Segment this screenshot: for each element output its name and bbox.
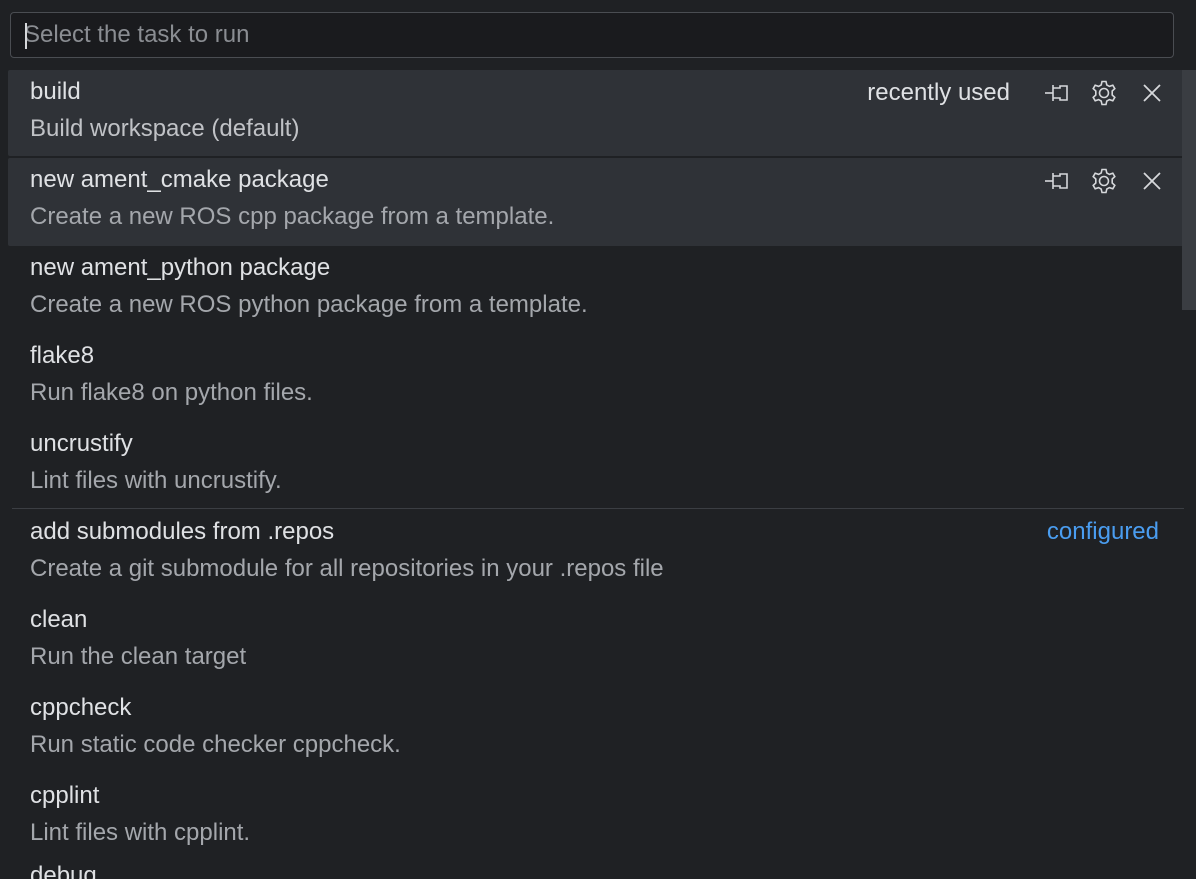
- task-item-cpplint[interactable]: cpplint Lint files with cpplint.: [0, 774, 1196, 862]
- pin-icon[interactable]: [1040, 165, 1072, 197]
- task-item-debug-label[interactable]: debug: [30, 862, 97, 879]
- task-description: Build workspace (default): [30, 115, 300, 142]
- recently-used-tag: recently used: [867, 79, 1010, 106]
- task-label: new ament_cmake package: [30, 166, 329, 193]
- task-search-box[interactable]: [10, 12, 1174, 58]
- task-item-new-ament-python-package[interactable]: new ament_python package Create a new RO…: [0, 246, 1196, 334]
- task-actions: [1040, 166, 1168, 196]
- pin-icon[interactable]: [1040, 77, 1072, 109]
- task-search-input[interactable]: [11, 13, 1173, 57]
- task-label: build: [30, 78, 81, 105]
- task-label: add submodules from .repos: [30, 518, 335, 545]
- task-description: Run static code checker cppcheck.: [30, 731, 401, 758]
- gear-icon[interactable]: [1088, 77, 1120, 109]
- configured-tag: configured: [1046, 518, 1159, 545]
- close-icon[interactable]: [1136, 77, 1168, 109]
- task-item-build[interactable]: build Build workspace (default) recently…: [8, 70, 1188, 156]
- task-item-cppcheck[interactable]: cppcheck Run static code checker cppchec…: [0, 686, 1196, 774]
- task-item-flake8[interactable]: flake8 Run flake8 on python files.: [0, 334, 1196, 422]
- task-label: uncrustify: [30, 430, 133, 457]
- task-item-uncrustify[interactable]: uncrustify Lint files with uncrustify.: [0, 422, 1196, 510]
- task-description: Create a git submodule for all repositor…: [30, 555, 664, 582]
- gear-icon[interactable]: [1088, 165, 1120, 197]
- task-description: Lint files with uncrustify.: [30, 467, 282, 494]
- scrollbar-thumb[interactable]: [1182, 70, 1196, 310]
- task-list: build Build workspace (default) recently…: [0, 70, 1196, 862]
- task-label: clean: [30, 606, 88, 633]
- task-quick-pick: build Build workspace (default) recently…: [0, 0, 1196, 879]
- task-label: cppcheck: [30, 694, 132, 721]
- group-separator: [12, 508, 1184, 509]
- task-label: cpplint: [30, 782, 100, 809]
- task-label: new ament_python package: [30, 254, 331, 281]
- task-description: Create a new ROS python package from a t…: [30, 291, 588, 318]
- task-item-new-ament-cmake-package[interactable]: new ament_cmake package Create a new ROS…: [8, 158, 1188, 246]
- task-label: flake8: [30, 342, 95, 369]
- task-description: Lint files with cpplint.: [30, 819, 251, 846]
- task-description: Create a new ROS cpp package from a temp…: [30, 203, 555, 230]
- close-icon[interactable]: [1136, 165, 1168, 197]
- task-description: Run flake8 on python files.: [30, 379, 313, 406]
- task-item-add-submodules[interactable]: add submodules from .repos Create a git …: [0, 508, 1196, 598]
- task-item-clean[interactable]: clean Run the clean target: [0, 598, 1196, 686]
- task-actions: recently used: [867, 78, 1168, 108]
- task-description: Run the clean target: [30, 643, 247, 670]
- text-caret: [25, 23, 27, 49]
